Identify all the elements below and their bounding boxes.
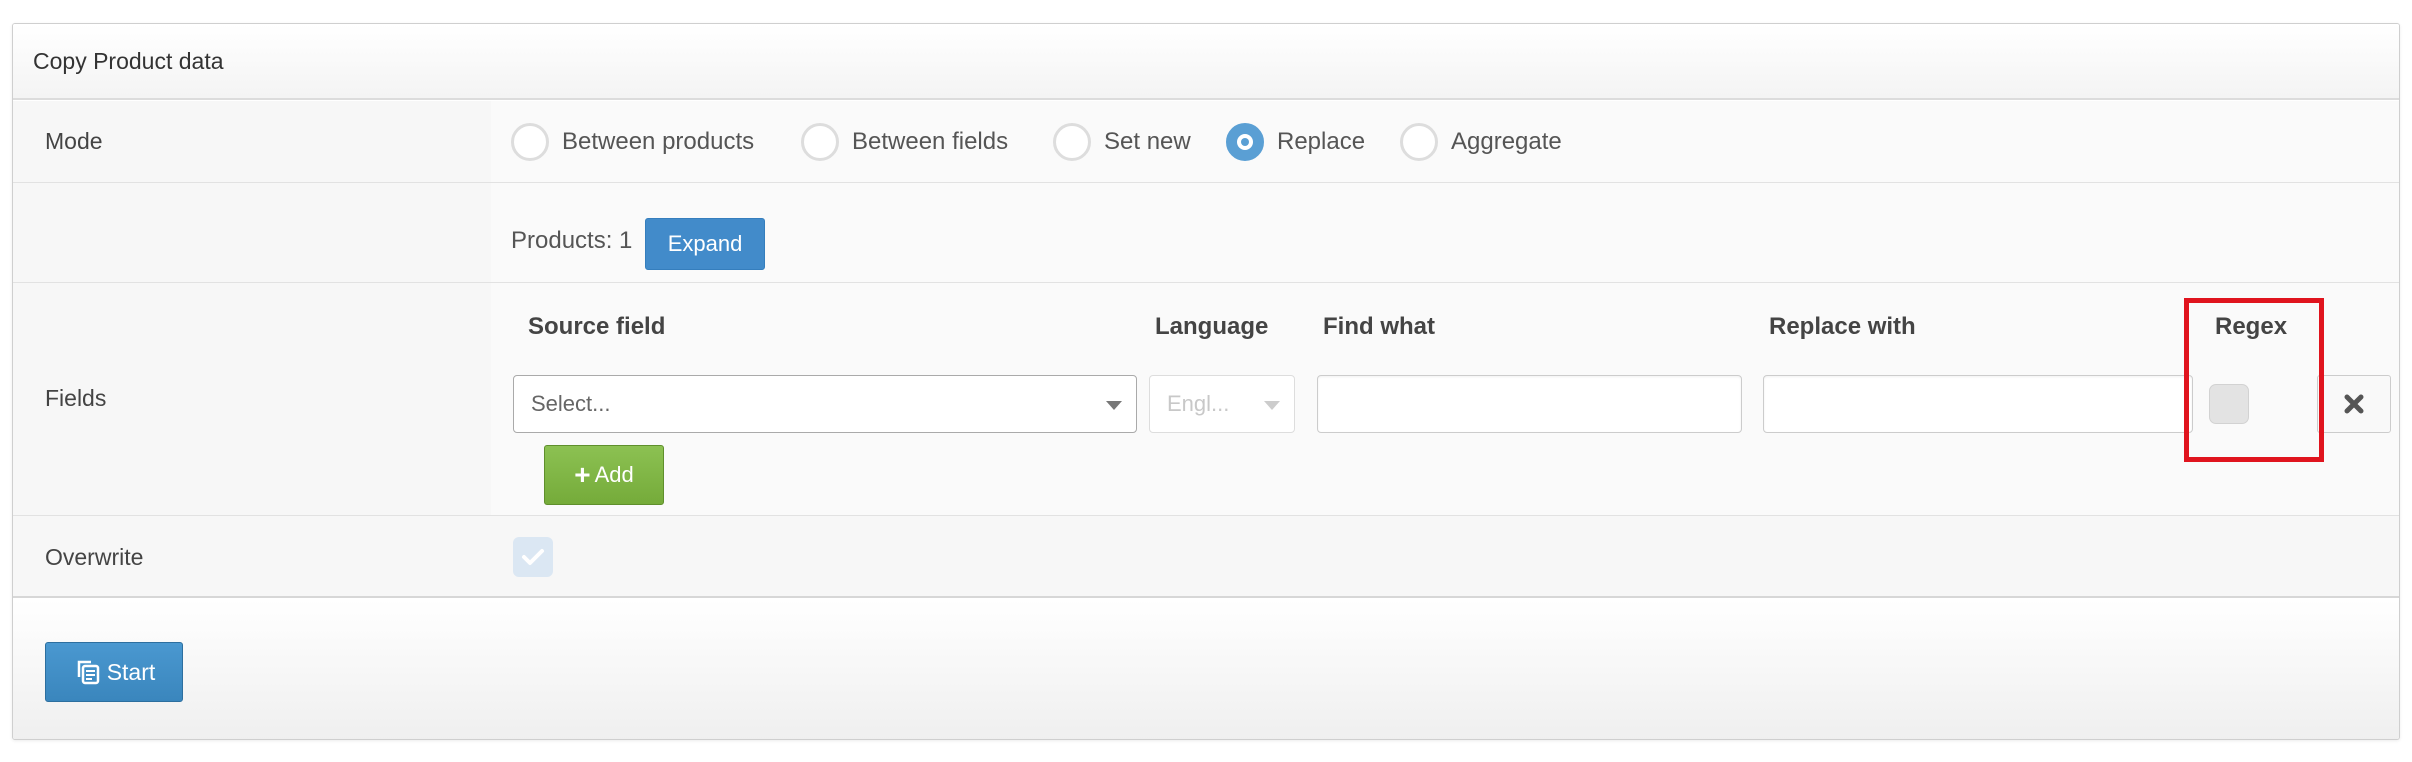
expand-button[interactable]: Expand <box>645 218 765 270</box>
radio-label: Aggregate <box>1451 128 1562 155</box>
copy-product-data-panel: Copy Product data Mode Between products … <box>12 23 2400 740</box>
overwrite-label: Overwrite <box>45 544 144 570</box>
fields-row: Fields Source field Language Find what R… <box>13 283 2399 516</box>
mode-label: Mode <box>45 128 103 154</box>
fields-label-cell: Fields <box>13 283 491 515</box>
products-label-cell <box>13 183 491 282</box>
start-button-label: Start <box>106 658 156 685</box>
radio-button-checked[interactable] <box>1226 123 1264 161</box>
source-field-value: Select... <box>531 391 611 416</box>
products-content: Products: 1 Expand <box>491 183 2399 282</box>
overwrite-label-cell: Overwrite <box>13 516 491 596</box>
mode-options: Between products Between fields Set new … <box>491 101 2399 182</box>
close-icon <box>2344 394 2364 414</box>
fields-label: Fields <box>45 385 107 411</box>
remove-row-button[interactable] <box>2317 375 2391 433</box>
regex-checkbox[interactable] <box>2209 384 2249 424</box>
overwrite-row: Overwrite <box>13 516 2399 598</box>
radio-between-products[interactable]: Between products <box>511 123 754 161</box>
radio-set-new[interactable]: Set new <box>1053 123 1191 161</box>
mode-label-cell: Mode <box>13 101 491 182</box>
column-header-find-what: Find what <box>1323 313 1435 340</box>
overwrite-content <box>491 516 2399 596</box>
language-select: Engl... <box>1149 375 1295 433</box>
checkmark-icon <box>522 549 544 565</box>
column-header-replace-with: Replace with <box>1769 313 1916 340</box>
fields-content: Source field Language Find what Replace … <box>491 283 2399 515</box>
start-button[interactable]: Start <box>45 642 183 702</box>
radio-aggregate[interactable]: Aggregate <box>1400 123 1562 161</box>
radio-label: Between fields <box>852 128 1009 155</box>
radio-button[interactable] <box>1400 123 1438 161</box>
radio-button[interactable] <box>1053 123 1091 161</box>
radio-between-fields[interactable]: Between fields <box>801 123 1008 161</box>
panel-title: Copy Product data <box>33 48 224 74</box>
panel-footer: Start <box>13 600 2399 739</box>
add-field-button[interactable]: + Add <box>544 445 664 505</box>
chevron-down-icon <box>1106 401 1122 410</box>
products-count: Products: 1 <box>511 227 633 254</box>
panel-header: Copy Product data <box>13 24 2399 100</box>
overwrite-checkbox[interactable] <box>513 537 553 577</box>
column-header-language: Language <box>1155 313 1269 340</box>
plus-icon: + <box>574 459 591 490</box>
copy-icon <box>77 660 99 685</box>
column-header-regex: Regex <box>2215 313 2288 340</box>
source-field-select[interactable]: Select... <box>513 375 1137 433</box>
chevron-down-icon <box>1264 401 1280 410</box>
find-what-input[interactable] <box>1317 375 1742 433</box>
replace-with-input[interactable] <box>1763 375 2193 433</box>
language-value: Engl... <box>1167 391 1230 416</box>
radio-button[interactable] <box>801 123 839 161</box>
radio-button[interactable] <box>511 123 549 161</box>
mode-row: Mode Between products Between fields Set… <box>13 101 2399 183</box>
column-header-source-field: Source field <box>528 313 666 340</box>
radio-label: Set new <box>1104 128 1191 155</box>
radio-replace[interactable]: Replace <box>1226 123 1365 161</box>
products-row: Products: 1 Expand <box>13 183 2399 283</box>
radio-label: Replace <box>1277 128 1366 155</box>
add-button-label: Add <box>594 462 634 487</box>
radio-label: Between products <box>562 128 755 155</box>
